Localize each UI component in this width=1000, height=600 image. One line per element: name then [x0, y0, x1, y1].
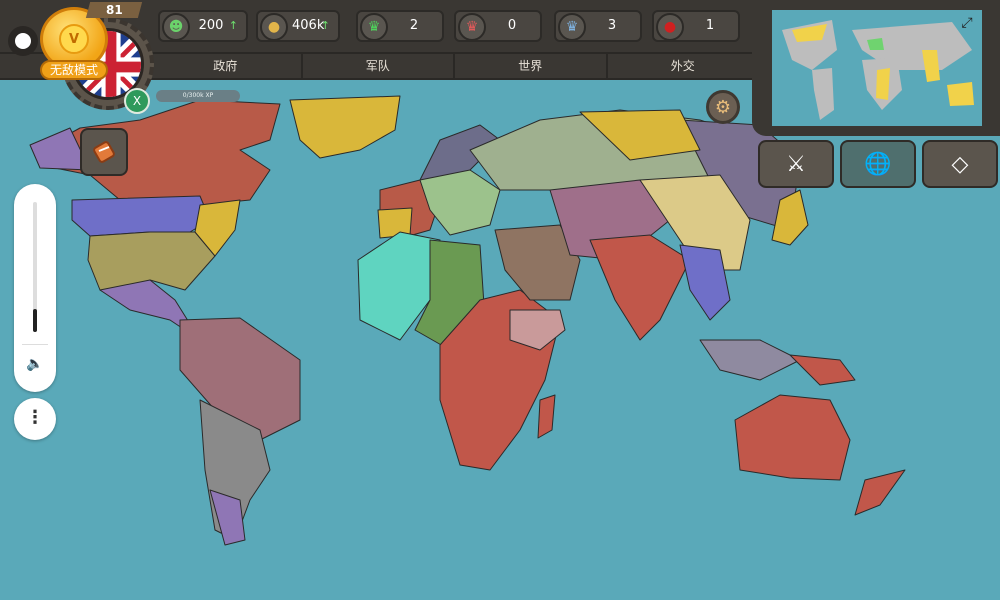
zoom-divider	[22, 344, 48, 345]
level-ribbon: 81	[85, 2, 143, 18]
stat-value: 200	[198, 18, 224, 33]
toggle-dot-icon	[15, 33, 31, 49]
zoom-slider-fill	[33, 308, 37, 332]
sword-icon: ⚔	[786, 151, 806, 177]
tab-diplomacy[interactable]: 外交	[608, 54, 760, 78]
map-region-usa	[71, 195, 211, 237]
happiness-icon: ☻	[162, 13, 190, 41]
gold-coins-icon: ●	[260, 13, 288, 41]
medal-letter: V	[59, 24, 89, 54]
war-button[interactable]: ⚔	[758, 140, 834, 188]
stat-green-crown[interactable]: ♛ 2	[356, 10, 444, 42]
toggle-button[interactable]	[8, 26, 38, 56]
globe-icon: 🌐	[864, 151, 892, 177]
stat-red-crown[interactable]: ♛ 0	[454, 10, 542, 42]
red-crown-icon: ♛	[458, 13, 486, 41]
scroll-icon	[93, 141, 115, 163]
scroll-button[interactable]	[80, 128, 128, 176]
stat-value: 2	[409, 18, 419, 33]
trend-up-icon: ↑	[320, 19, 330, 32]
stat-japan-flag[interactable]: ● 1	[652, 10, 740, 42]
trend-up-icon: ↑	[228, 19, 238, 32]
stat-value: 1	[705, 18, 715, 33]
stat-value: 406k	[292, 18, 325, 33]
stat-value: 0	[507, 18, 517, 33]
expand-icon[interactable]: ⤢	[958, 14, 976, 32]
tab-world[interactable]: 世界	[455, 54, 608, 78]
world-button[interactable]: 🌐	[840, 140, 916, 188]
green-crown-icon: ♛	[360, 13, 388, 41]
speaker-icon[interactable]: 🔈	[26, 356, 44, 374]
stat-blue-crown[interactable]: ♛ 3	[554, 10, 642, 42]
tab-army[interactable]: 军队	[303, 54, 455, 78]
diamond-icon: ◇	[951, 151, 969, 177]
xp-bar: 0/300k XP	[156, 90, 240, 102]
shop-button[interactable]: ◇	[922, 140, 998, 188]
zoom-panel: 🔈	[14, 184, 56, 392]
japan-flag-icon: ●	[656, 13, 684, 41]
stat-value: 3	[607, 18, 617, 33]
main-tabs: 政府 军队 世界 外交	[150, 54, 760, 80]
gear-icon: ⚙	[714, 96, 732, 118]
stat-happiness[interactable]: ☻ 200 ↑	[158, 10, 248, 42]
more-vertical-icon[interactable]: ⋮	[14, 398, 56, 440]
blue-crown-icon: ♛	[558, 13, 586, 41]
level-value: 81	[105, 3, 123, 17]
tab-government[interactable]: 政府	[150, 54, 303, 78]
zoom-slider[interactable]	[33, 202, 37, 332]
x-badge[interactable]: X	[124, 88, 150, 114]
settings-button[interactable]: ⚙	[706, 90, 740, 124]
mode-label: 无敌模式	[40, 60, 108, 80]
minimap[interactable]	[772, 10, 982, 126]
stat-gold-coins[interactable]: ● 406k ↑	[256, 10, 340, 42]
